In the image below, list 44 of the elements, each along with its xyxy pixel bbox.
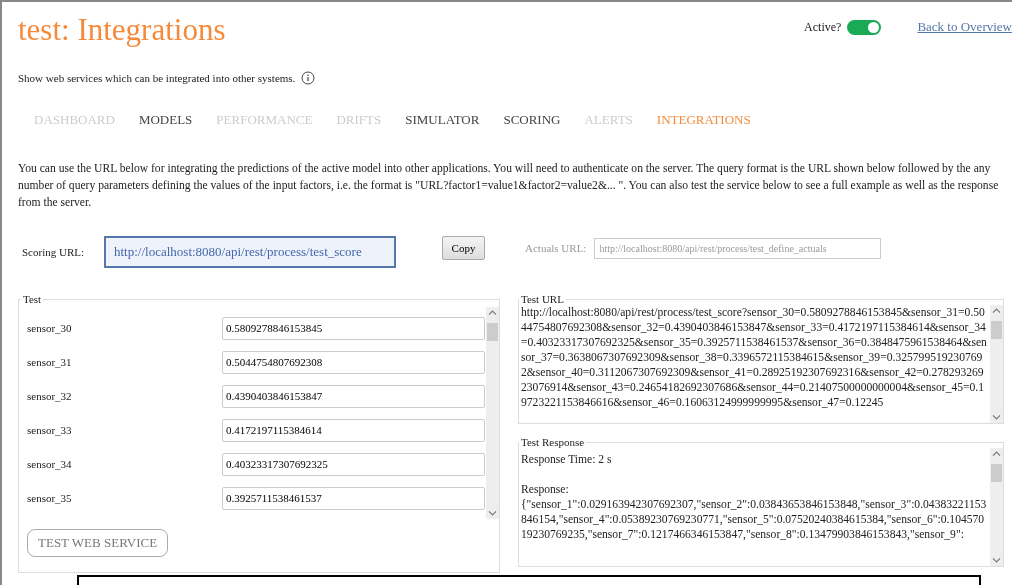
sensor-label: sensor_34	[27, 458, 73, 470]
sensor-input[interactable]: 0.4172197115384614	[222, 418, 485, 442]
sensor-input[interactable]: 0.3925711538461537	[222, 486, 485, 510]
scrollbar[interactable]	[486, 307, 499, 519]
actuals-url-label: Actuals URL:	[525, 242, 587, 254]
description: You can use the URL below for integrating the predictions of the active model into other applications. You will need to authenticate on the server. The query format is the URL shown below followed by the any number of query parameters defining the values of the input factors, i.e. the format is "URL?factor1=value1&factor2=value2&... ". You can also test the service below to see a full example as well as the response from the server.	[18, 161, 1000, 211]
info-icon[interactable]	[301, 71, 316, 85]
sensor-input[interactable]: 0.4390403846153847	[222, 384, 485, 408]
chevron-down-icon[interactable]	[993, 414, 1000, 419]
tab[interactable]: SIMULATOR	[405, 112, 480, 132]
page-title: test: Integrations	[18, 12, 226, 48]
chevron-up-icon[interactable]	[489, 311, 496, 316]
test-web-service-button[interactable]: TEST WEB SERVICE	[27, 529, 169, 557]
scrollbar-thumb[interactable]	[487, 323, 498, 341]
chevron-up-icon[interactable]	[993, 452, 1000, 457]
test-url-text: http://localhost:8080/api/rest/process/test_score?sensor_30=0.5809278846153845&sensor_31=0.5044754807692308&sensor_32=0.4390403846153847&sensor_33=0.4172197115384614&sensor_34=0.40323317307692325&sensor_35=0.3925711538461537&sensor_36=0.3848475961538464&sensor_37=0.3638067307692309&sensor_38=0.3396572115384615&sensor_39=0.3257995192307692&sensor_40=0.3112067307692309&sensor_41=0.28925192307692316&sensor_42=0.27829326923076914&sensor_43=0.24654182692307686&sensor_44=0.21407500000000004&sensor_45=0.19723221153846616&sensor_46=0.16063124999999995&sensor_47=0.12245	[520, 305, 988, 411]
sensor-label: sensor_33	[27, 424, 73, 436]
chevron-down-icon[interactable]	[489, 510, 496, 515]
sensor-input[interactable]: 0.40323317307692325	[222, 452, 485, 476]
scrollbar-thumb[interactable]	[991, 464, 1002, 482]
subtitle: Show web services which can be integrated into other systems.	[18, 72, 296, 84]
scrollbar[interactable]	[990, 305, 1003, 423]
tab[interactable]: SCORING	[503, 112, 561, 132]
sensor-input[interactable]: 0.5044754807692308	[222, 350, 485, 374]
chevron-up-icon[interactable]	[993, 309, 1000, 314]
active-toggle[interactable]	[847, 19, 882, 35]
scoring-url-field[interactable]: http://localhost:8080/api/rest/process/test_score	[104, 236, 396, 268]
sensor-input[interactable]: 0.5809278846153845	[222, 316, 485, 340]
scoring-url-label: Scoring URL:	[21, 246, 86, 258]
scrollbar[interactable]	[990, 448, 1003, 566]
sensor-label: sensor_31	[27, 356, 73, 368]
test-response-legend: Test Response	[519, 436, 587, 448]
sensor-label: sensor_35	[27, 492, 73, 504]
active-label: Active?	[804, 19, 842, 35]
copy-button[interactable]: Copy	[442, 236, 485, 260]
back-link[interactable]: Back to Overview	[917, 19, 1012, 35]
scrollbar-thumb[interactable]	[991, 321, 1002, 339]
sensor-label: sensor_30	[27, 322, 73, 334]
tab[interactable]: MODELS	[138, 112, 193, 132]
test-url-legend: Test URL	[519, 293, 566, 305]
sensor-label: sensor_32	[27, 390, 73, 402]
test-legend: Test	[21, 293, 44, 305]
chevron-down-icon[interactable]	[993, 557, 1000, 562]
test-response-text: Response Time: 2 s Response: {"sensor_1":0.029163942307692307,"sensor_2":0.03843653846153848,"sensor_3":0.04383221153846154,"sensor_4":0.05389230769230771,"sensor_5":0.07520240384615384,"sensor_6":0.10457019230769235,"sensor_7":0.1217466346153847,"sensor_8":0.13479903846153843,"sensor_9":	[520, 452, 988, 543]
